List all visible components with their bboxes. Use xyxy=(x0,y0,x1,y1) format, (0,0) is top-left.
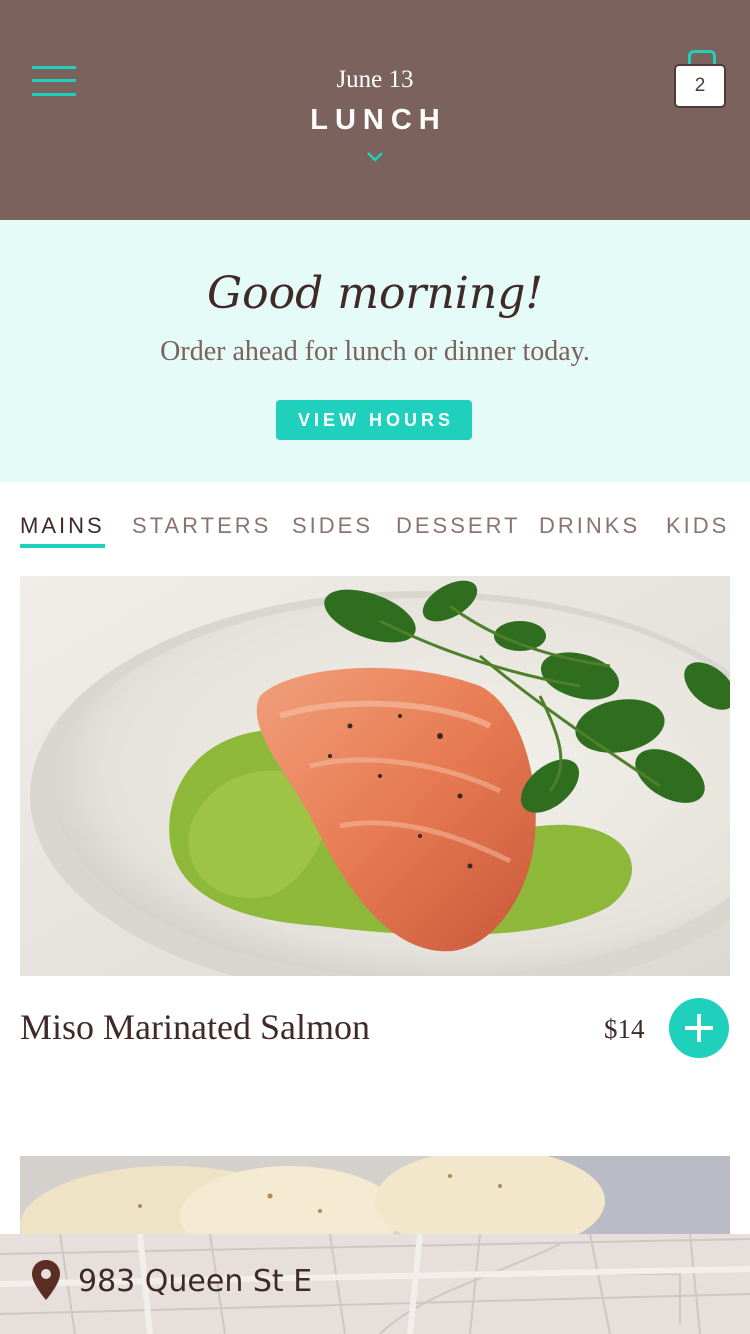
cart-count-badge: 2 xyxy=(674,64,726,108)
item-name[interactable]: Miso Marinated Salmon xyxy=(20,1006,370,1048)
location-bar[interactable]: 983 Queen St E xyxy=(0,1234,750,1334)
meal-selector-label[interactable]: LUNCH xyxy=(0,104,750,137)
greeting-subtitle: Order ahead for lunch or dinner today. xyxy=(160,336,590,367)
tortilla-dish-photo[interactable] xyxy=(20,1156,730,1234)
tab-drinks[interactable]: DRINKS xyxy=(539,513,640,539)
shopping-bag-button[interactable]: 2 xyxy=(674,48,726,110)
tab-kids[interactable]: KIDS xyxy=(666,513,729,539)
chevron-down-icon[interactable] xyxy=(365,150,385,164)
map-pin-icon xyxy=(32,1260,60,1300)
location-address: 983 Queen St E xyxy=(78,1264,313,1299)
header: June 13 LUNCH 2 xyxy=(0,0,750,220)
tab-starters[interactable]: STARTERS xyxy=(132,513,271,539)
greeting-heading: Good morning! xyxy=(206,268,544,319)
item-price: $14 xyxy=(604,1014,645,1044)
header-date: June 13 xyxy=(336,66,414,93)
tab-mains[interactable]: MAINS xyxy=(20,513,105,548)
salmon-dish-photo[interactable] xyxy=(20,576,730,976)
tab-dessert[interactable]: DESSERT xyxy=(396,513,521,539)
add-item-plus-icon[interactable] xyxy=(669,998,729,1058)
greeting-banner: Good morning! Order ahead for lunch or d… xyxy=(0,220,750,482)
tab-sides[interactable]: SIDES xyxy=(292,513,373,539)
view-hours-button[interactable]: VIEW HOURS xyxy=(276,400,472,440)
category-tabs: MAINS STARTERS SIDES DESSERT DRINKS KIDS xyxy=(20,513,750,549)
